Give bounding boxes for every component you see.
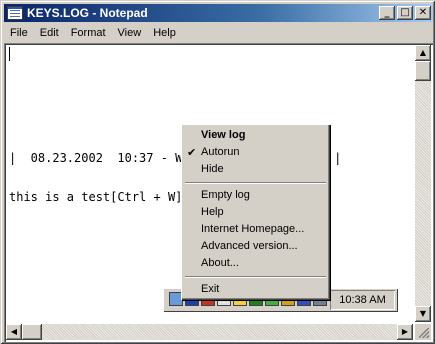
menu-edit[interactable]: Edit — [34, 27, 65, 39]
menu-item-label: View log — [201, 129, 246, 141]
scroll-right-button[interactable]: ▶ — [397, 324, 413, 340]
vertical-scroll-thumb[interactable] — [415, 61, 431, 81]
menu-item-label: Advanced version... — [201, 240, 298, 252]
menu-item-label: Empty log — [201, 189, 250, 201]
menu-help[interactable]: Help — [147, 27, 182, 39]
horizontal-scroll-thumb[interactable] — [22, 324, 42, 340]
horizontal-scrollbar[interactable]: ◀ ▶ — [6, 324, 413, 340]
menu-item-hide[interactable]: Hide — [184, 161, 327, 178]
window-title: KEYS.LOG - Notepad — [27, 6, 148, 20]
minimize-button[interactable]: _ — [379, 6, 395, 20]
menu-item-advanced-version[interactable]: Advanced version... — [184, 238, 327, 255]
context-menu: View log ✔ Autorun Hide Empty log Help In… — [181, 124, 330, 300]
vertical-scrollbar[interactable]: ▲ ▼ — [415, 45, 431, 322]
scroll-down-button[interactable]: ▼ — [415, 306, 431, 322]
menu-separator — [184, 272, 327, 281]
menu-item-view-log[interactable]: View log — [184, 127, 327, 144]
menu-format[interactable]: Format — [65, 27, 112, 39]
menu-item-label: Exit — [201, 283, 220, 295]
menu-item-help[interactable]: Help — [184, 204, 327, 221]
menu-view[interactable]: View — [112, 27, 148, 39]
close-button[interactable]: ✕ — [415, 6, 431, 20]
editor-line: ​ — [9, 74, 413, 87]
menu-item-label: About... — [201, 257, 239, 269]
scroll-up-button[interactable]: ▲ — [415, 45, 431, 61]
menu-item-label: Hide — [201, 163, 224, 175]
size-grip[interactable] — [415, 324, 431, 340]
title-bar[interactable]: KEYS.LOG - Notepad _ □ ✕ — [4, 4, 433, 22]
scroll-left-button[interactable]: ◀ — [6, 324, 22, 340]
menu-item-autorun[interactable]: ✔ Autorun — [184, 144, 327, 161]
menu-file[interactable]: File — [4, 27, 34, 39]
tray-clock[interactable]: 10:38 AM — [330, 290, 395, 310]
menu-item-label: Autorun — [201, 146, 240, 158]
menu-bar: File Edit Format View Help — [4, 23, 433, 42]
menu-item-about[interactable]: About... — [184, 255, 327, 272]
checkmark-icon: ✔ — [187, 146, 197, 159]
maximize-button[interactable]: □ — [397, 6, 413, 20]
menu-item-empty-log[interactable]: Empty log — [184, 187, 327, 204]
menu-item-label: Help — [201, 206, 224, 218]
menu-separator — [184, 178, 327, 187]
menu-item-internet-homepage[interactable]: Internet Homepage... — [184, 221, 327, 238]
notepad-icon[interactable] — [7, 6, 23, 20]
menu-item-label: Internet Homepage... — [201, 223, 305, 235]
menu-item-exit[interactable]: Exit — [184, 281, 327, 298]
